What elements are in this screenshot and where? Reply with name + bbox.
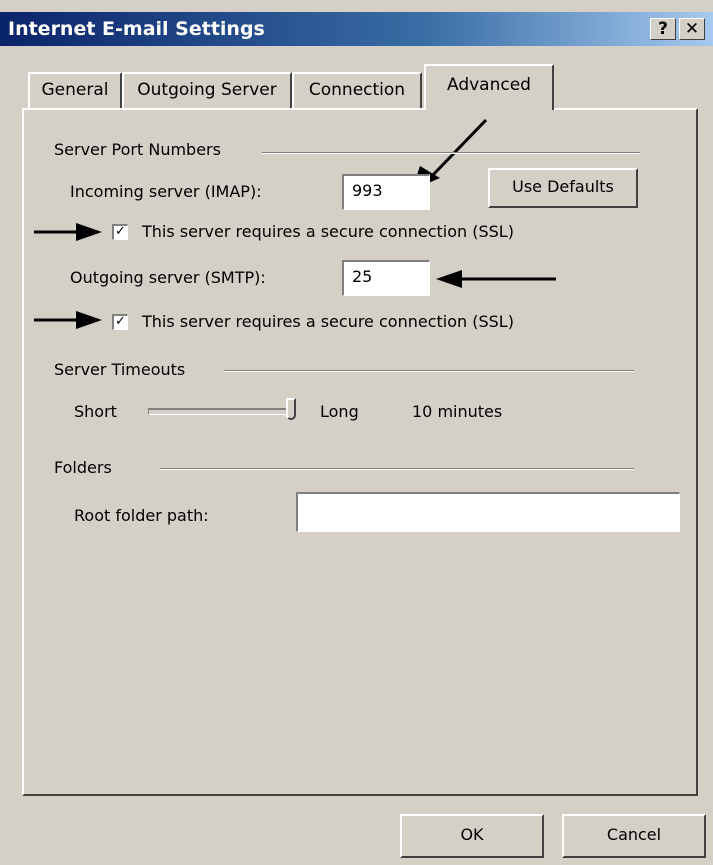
timeout-slider-thumb[interactable] <box>286 398 296 420</box>
server-timeouts-label: Server Timeouts <box>54 360 192 379</box>
outgoing-server-label: Outgoing server (SMTP): <box>70 268 266 287</box>
root-folder-label: Root folder path: <box>74 506 209 525</box>
advanced-panel: Server Port Numbers Incoming server (IMA… <box>22 108 698 796</box>
incoming-ssl-checkbox[interactable]: ✓ <box>112 224 128 240</box>
slider-long-label: Long <box>320 402 359 421</box>
slider-short-label: Short <box>74 402 117 421</box>
group-divider <box>160 468 634 470</box>
server-port-numbers-label: Server Port Numbers <box>54 140 227 159</box>
outgoing-ssl-label: This server requires a secure connection… <box>142 312 514 331</box>
outgoing-ssl-checkbox[interactable]: ✓ <box>112 314 128 330</box>
root-folder-input[interactable] <box>296 492 680 532</box>
group-divider <box>224 370 634 372</box>
timeout-slider-track <box>148 408 296 415</box>
timeout-value: 10 minutes <box>412 402 503 421</box>
group-divider <box>262 152 640 154</box>
incoming-ssl-label: This server requires a secure connection… <box>142 222 514 241</box>
outgoing-port-input[interactable]: 25 <box>342 260 430 296</box>
incoming-port-input[interactable]: 993 <box>342 174 430 210</box>
tab-advanced[interactable]: Advanced <box>424 64 554 110</box>
use-defaults-button[interactable]: Use Defaults <box>488 168 638 208</box>
folders-label: Folders <box>54 458 118 477</box>
incoming-server-label: Incoming server (IMAP): <box>70 182 262 201</box>
